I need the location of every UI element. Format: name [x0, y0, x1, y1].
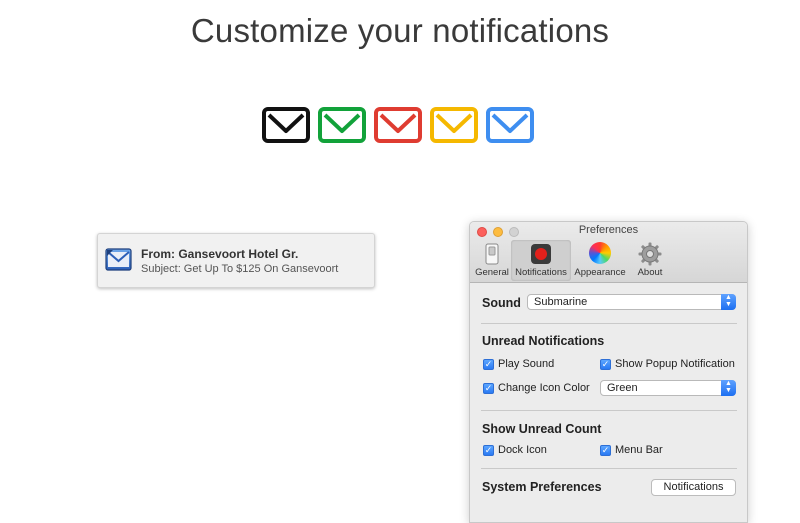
- mail-app-icon: [105, 248, 132, 271]
- notification-sender: From: Gansevoort Hotel Gr.: [141, 247, 299, 261]
- menu-bar-checkbox[interactable]: ✓ Menu Bar: [600, 444, 663, 456]
- dock-icon-label: Dock Icon: [498, 444, 547, 456]
- mail-icon-yellow: [430, 107, 478, 143]
- icon-color-select-value: Green: [607, 382, 638, 394]
- mail-icon-red: [374, 107, 422, 143]
- toolbar-notifications[interactable]: Notifications: [511, 240, 571, 281]
- toolbar-general[interactable]: General: [473, 240, 511, 281]
- preferences-window: Preferences General Notifications Appear…: [469, 221, 748, 523]
- preferences-toolbar: General Notifications Appearance About: [473, 240, 671, 281]
- switch-icon: [480, 242, 504, 266]
- checkmark-icon: ✓: [483, 382, 494, 394]
- divider: [481, 410, 737, 411]
- toolbar-about[interactable]: About: [629, 240, 671, 281]
- menu-bar-label: Menu Bar: [615, 444, 663, 456]
- checkmark-icon: ✓: [600, 444, 611, 456]
- mail-icon-green: [318, 107, 366, 143]
- record-icon: [529, 242, 553, 266]
- show-popup-label: Show Popup Notification: [615, 358, 735, 370]
- mail-icon-blue: [486, 107, 534, 143]
- page-headline: Customize your notifications: [190, 12, 610, 49]
- color-wheel-icon: [588, 242, 612, 266]
- checkmark-icon: ✓: [600, 358, 611, 370]
- system-preferences-heading: System Preferences: [482, 480, 602, 494]
- divider: [481, 468, 737, 469]
- toolbar-appearance[interactable]: Appearance: [571, 240, 629, 281]
- play-sound-label: Play Sound: [498, 358, 555, 370]
- icon-color-select[interactable]: Green ▲ ▼: [600, 380, 736, 396]
- change-icon-color-checkbox[interactable]: ✓ Change Icon Color: [483, 382, 590, 394]
- checkmark-icon: ✓: [483, 358, 494, 370]
- window-titlebar: Preferences General Notifications Appear…: [470, 222, 747, 283]
- envelope-color-row: [262, 107, 542, 143]
- stepper-arrows-icon: ▲ ▼: [721, 380, 736, 396]
- play-sound-checkbox[interactable]: ✓ Play Sound: [483, 358, 554, 370]
- checkmark-icon: ✓: [483, 444, 494, 456]
- open-notifications-button[interactable]: Notifications: [651, 479, 736, 496]
- notification-subject: Subject: Get Up To $125 On Gansevoort: [141, 263, 339, 275]
- toolbar-appearance-label: Appearance: [574, 267, 626, 278]
- toolbar-notifications-label: Notifications: [515, 267, 567, 278]
- sound-select-value: Submarine: [534, 296, 588, 308]
- change-icon-color-label: Change Icon Color: [498, 382, 590, 394]
- notification-banner[interactable]: From: Gansevoort Hotel Gr. Subject: Get …: [97, 233, 375, 288]
- stepper-arrows-icon: ▲ ▼: [721, 294, 736, 310]
- divider: [481, 323, 737, 324]
- sound-label: Sound: [482, 296, 521, 310]
- toolbar-general-label: General: [475, 267, 509, 278]
- unread-notifications-heading: Unread Notifications: [482, 334, 605, 348]
- window-title: Preferences: [578, 224, 639, 236]
- toolbar-about-label: About: [637, 267, 663, 278]
- mail-icon-black: [262, 107, 310, 143]
- gear-icon: [638, 242, 662, 266]
- sound-select[interactable]: Submarine ▲ ▼: [527, 294, 736, 310]
- show-unread-count-heading: Show Unread Count: [482, 422, 602, 436]
- dock-icon-checkbox[interactable]: ✓ Dock Icon: [483, 444, 547, 456]
- show-popup-checkbox[interactable]: ✓ Show Popup Notification: [600, 358, 735, 370]
